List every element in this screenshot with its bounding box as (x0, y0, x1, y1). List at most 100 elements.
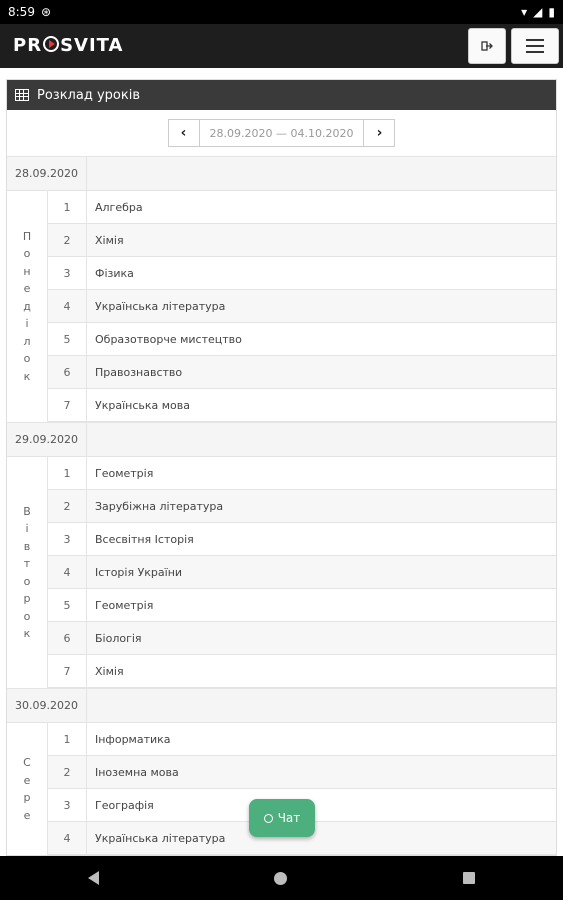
prev-week-button[interactable]: ‹ (167, 119, 200, 147)
lesson-row[interactable]: 4 Історія України (48, 556, 556, 589)
lesson-subject: Хімія (95, 664, 124, 678)
lesson-number: 4 (48, 556, 87, 588)
lesson-subject: Всесвітня Історія (95, 532, 194, 546)
lesson-subject: Правознавство (95, 365, 183, 379)
lesson-row[interactable]: 6 Біологія (48, 622, 556, 655)
logo-text-suffix: SVITA (60, 35, 124, 56)
weekday-letter: р (23, 791, 31, 804)
logo[interactable]: PR SVITA (13, 35, 123, 56)
status-time: 8:59 (8, 5, 35, 19)
weekday-letter: о (23, 352, 31, 366)
lesson-number: 2 (48, 224, 87, 256)
lesson-subject: Фізика (95, 266, 134, 280)
lesson-row[interactable]: 3 Всесвітня Історія (48, 523, 556, 556)
weekday-letter: д (23, 299, 31, 313)
chat-button[interactable]: Чат (249, 799, 315, 837)
next-week-button[interactable]: › (363, 119, 396, 147)
lesson-list: 1 Алгебра 2 Хімія 3 Фізика 4 Українська літерат… (48, 191, 556, 422)
android-nav-bar (0, 856, 563, 900)
battery-icon: ▮ (548, 5, 555, 19)
day-lessons: Ві в т о р о к 1 Геометрія 2 Зарубіжна література 3… (7, 457, 556, 688)
weekday-name: Вівторок (7, 457, 48, 688)
lesson-subject: Хімія (95, 233, 124, 247)
app-header: PR SVITA (0, 24, 563, 68)
lesson-row[interactable]: 5 Геометрія (48, 589, 556, 622)
schedule-panel: Розклад уроків ‹ 28.09.2020 — 04.10.2020… (6, 79, 557, 856)
logout-button[interactable] (468, 28, 506, 64)
lesson-row[interactable]: 2 Хімія (48, 224, 556, 257)
hamburger-icon (526, 39, 544, 53)
lesson-number: 6 (48, 622, 87, 654)
chat-icon (263, 813, 273, 823)
lesson-subject: Іноземна мова (95, 765, 179, 779)
lesson-row[interactable]: 1 Алгебра (48, 191, 556, 224)
weekday-letter: р (23, 592, 31, 605)
lesson-row[interactable]: 2 Зарубіжна література (48, 490, 556, 523)
lesson-row[interactable]: 5 Образотворче мистецтво (48, 323, 556, 356)
chat-label: Чат (277, 811, 301, 825)
weekday-letter: П (22, 229, 32, 243)
lesson-number: 2 (48, 756, 87, 788)
day-date: 30.09.2020 (7, 689, 87, 722)
lesson-number: 4 (48, 822, 87, 854)
lesson-number: 1 (48, 191, 87, 223)
weekday-letter: е (23, 773, 31, 787)
signal-icon: ◢ (533, 5, 543, 19)
weekday-letter: т (23, 557, 31, 570)
lesson-subject: Інформатика (95, 732, 171, 746)
lesson-row[interactable]: 2 Іноземна мова (48, 756, 556, 789)
weekday-letter: н (23, 264, 31, 278)
lesson-subject: Образотворче мистецтво (95, 332, 242, 346)
lesson-subject: Українська література (95, 831, 226, 845)
lesson-number: 5 (48, 323, 87, 355)
lesson-subject: Алгебра (95, 200, 143, 214)
chevron-left-icon: ‹ (180, 125, 187, 141)
lesson-list: 1 Геометрія 2 Зарубіжна література 3 Всесвітн… (48, 457, 556, 688)
lesson-row[interactable]: 7 Українська мова (48, 389, 556, 422)
weekday-letter: о (23, 574, 31, 588)
lesson-number: 4 (48, 290, 87, 322)
status-bar: 8:59 ⊛ ▾ ◢ ▮ (0, 0, 563, 24)
weekday-letter: к (23, 369, 31, 383)
lesson-subject: Геометрія (95, 598, 154, 612)
logo-play-icon (43, 36, 60, 52)
weekday-letter: В (23, 504, 31, 518)
lesson-row[interactable]: 1 Геометрія (48, 457, 556, 490)
date-range: 28.09.2020 — 04.10.2020 (199, 119, 364, 147)
lesson-row[interactable]: 6 Правознавство (48, 356, 556, 389)
day-block: 29.09.2020 Ві в т о р о к 1 Геометрія 2 Зарубіжна л… (7, 422, 556, 688)
lesson-number: 2 (48, 490, 87, 522)
date-navigator: ‹ 28.09.2020 — 04.10.2020 › (7, 110, 556, 156)
lesson-number: 3 (48, 523, 87, 555)
home-icon[interactable] (274, 871, 288, 885)
recents-icon[interactable] (463, 872, 476, 884)
date-row: 29.09.2020 (7, 423, 556, 457)
wifi-icon: ▾ (521, 5, 528, 19)
table-icon (15, 89, 29, 101)
lesson-subject: Геометрія (95, 466, 154, 480)
lesson-row[interactable]: 3 Фізика (48, 257, 556, 290)
lesson-number: 7 (48, 655, 87, 687)
back-icon[interactable] (87, 871, 99, 885)
date-row: 28.09.2020 (7, 157, 556, 191)
day-date: 29.09.2020 (7, 423, 87, 456)
lesson-row[interactable]: 4 Українська література (48, 290, 556, 323)
sync-icon: ⊛ (40, 5, 52, 19)
menu-button[interactable] (511, 28, 559, 64)
weekday-letter: С (23, 756, 31, 769)
weekday-name: Понеділок (7, 191, 48, 422)
lesson-row[interactable]: 1 Інформатика (48, 723, 556, 756)
lesson-subject: Зарубіжна література (95, 499, 224, 513)
weekday-letter: е (23, 282, 31, 296)
day-block: 28.09.2020 По н е д і л о к 1 Алгебра 2 Хімія 3 Фізика… (7, 156, 556, 422)
date-row: 30.09.2020 (7, 689, 556, 723)
lesson-number: 6 (48, 356, 87, 388)
lesson-subject: Географія (95, 798, 154, 812)
panel-header: Розклад уроків (7, 80, 556, 110)
day-date: 28.09.2020 (7, 157, 87, 190)
lesson-number: 1 (48, 457, 87, 489)
weekday-letter: л (23, 334, 31, 348)
day-lessons: По н е д і л о к 1 Алгебра 2 Хімія 3 Фізика 4 Українськ… (7, 191, 556, 422)
weekday-letter: е (23, 808, 31, 822)
lesson-row[interactable]: 7 Хімія (48, 655, 556, 688)
